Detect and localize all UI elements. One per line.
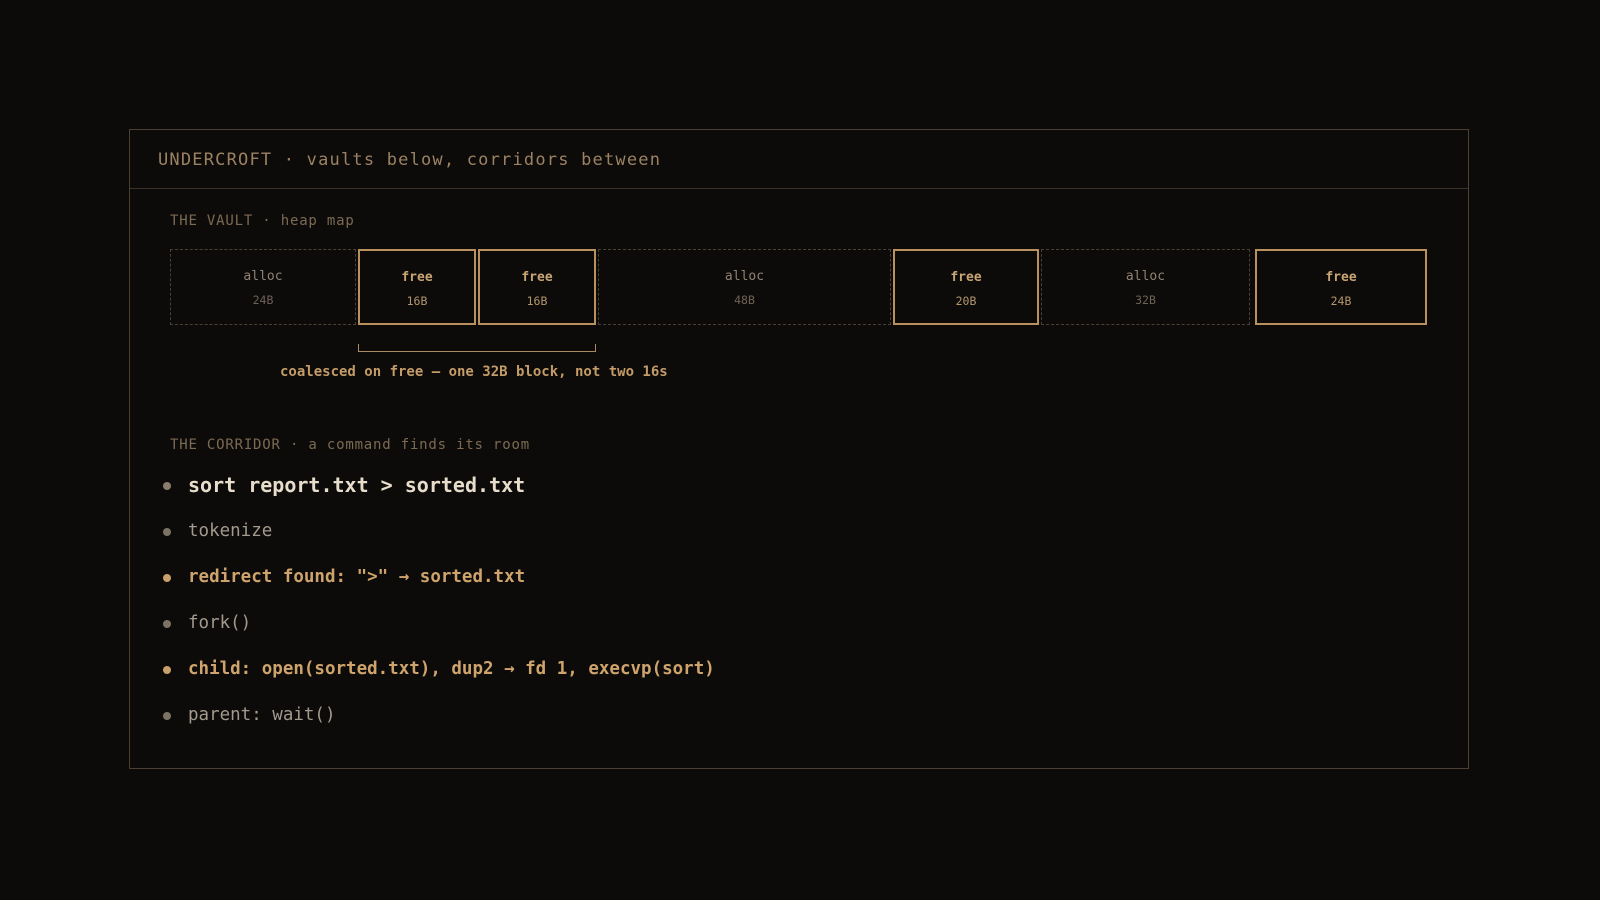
panel-header: UNDERCROFT · vaults below, corridors bet… bbox=[130, 130, 1468, 189]
step-text: tokenize bbox=[188, 521, 273, 541]
step-text: redirect found: ">" → sorted.txt bbox=[188, 567, 526, 587]
block-kind: alloc bbox=[724, 269, 765, 284]
block-kind: free bbox=[950, 270, 982, 285]
bullet-icon bbox=[163, 528, 171, 536]
block-kind: free bbox=[401, 270, 433, 285]
bullet-icon bbox=[163, 482, 171, 490]
heap-block-alloc: alloc 32B bbox=[1041, 249, 1250, 325]
heap-block-free: free 24B bbox=[1255, 249, 1427, 325]
bullet-icon bbox=[163, 574, 171, 582]
heap-block-free: free 16B bbox=[478, 249, 596, 325]
block-kind: alloc bbox=[243, 269, 283, 284]
coalesce-bracket bbox=[358, 344, 596, 352]
undercroft-panel: UNDERCROFT · vaults below, corridors bet… bbox=[129, 129, 1469, 769]
heap-block-free: free 20B bbox=[893, 249, 1039, 325]
panel-title: UNDERCROFT · vaults below, corridors bet… bbox=[158, 150, 662, 170]
coalesce-note: coalesced on free — one 32B block, not t… bbox=[280, 364, 668, 380]
block-kind: free bbox=[1325, 270, 1357, 285]
block-size: 24B bbox=[252, 293, 274, 307]
block-size: 20B bbox=[955, 294, 977, 308]
heap-map: alloc 24B free 16B free 16B alloc 48B fr… bbox=[170, 249, 1430, 325]
corridor-section-label: THE CORRIDOR · a command finds its room bbox=[170, 437, 530, 453]
block-kind: alloc bbox=[1125, 269, 1166, 284]
bullet-icon bbox=[163, 712, 171, 720]
block-size: 48B bbox=[734, 293, 755, 307]
block-size: 16B bbox=[526, 294, 548, 308]
block-size: 16B bbox=[406, 294, 428, 308]
step-text: fork() bbox=[188, 613, 252, 633]
vault-section-label: THE VAULT · heap map bbox=[170, 213, 355, 229]
step-text: child: open(sorted.txt), dup2 → fd 1, ex… bbox=[188, 659, 715, 679]
heap-block-alloc: alloc 24B bbox=[170, 249, 356, 325]
block-size: 32B bbox=[1135, 293, 1156, 307]
bullet-icon bbox=[163, 666, 171, 674]
heap-block-alloc: alloc 48B bbox=[598, 249, 891, 325]
heap-block-free: free 16B bbox=[358, 249, 476, 325]
block-size: 24B bbox=[1330, 294, 1352, 308]
bullet-icon bbox=[163, 620, 171, 628]
step-text: sort report.txt > sorted.txt bbox=[188, 473, 526, 497]
block-kind: free bbox=[521, 270, 553, 285]
step-text: parent: wait() bbox=[188, 705, 336, 725]
